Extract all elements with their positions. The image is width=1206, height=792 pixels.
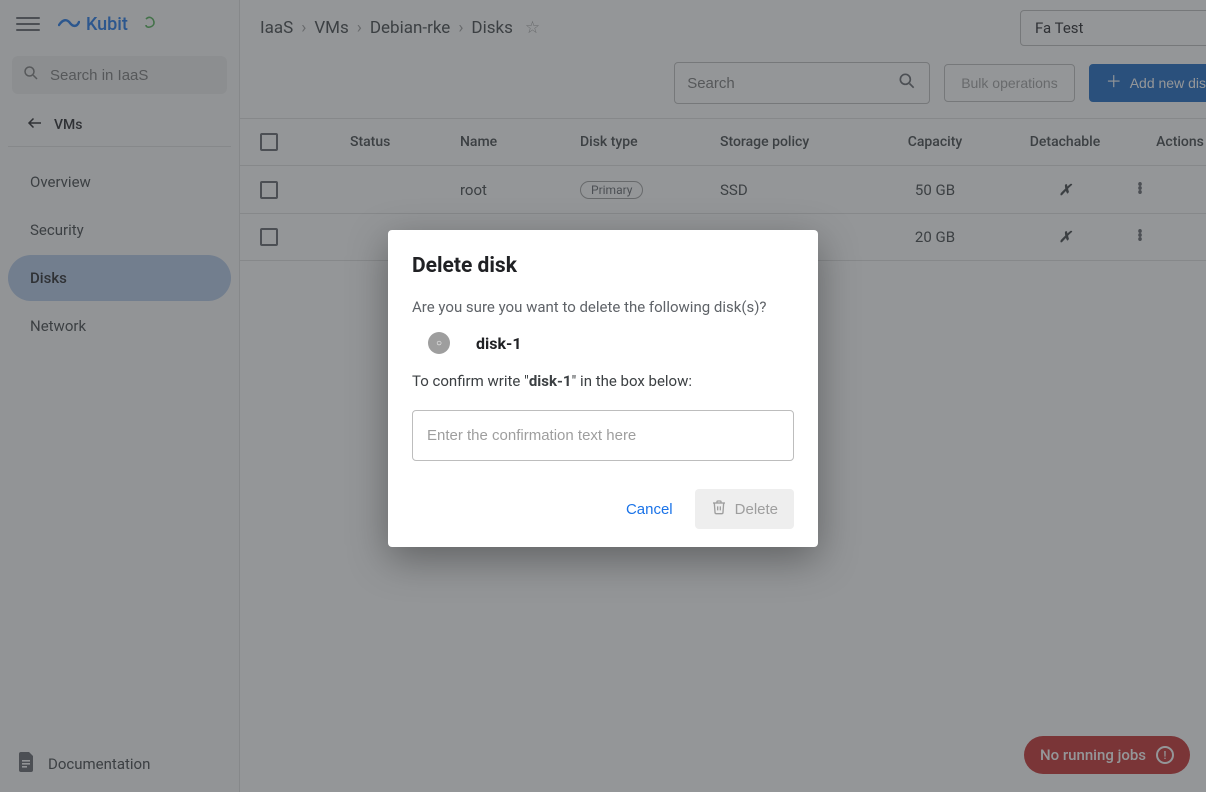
confirmation-input[interactable] <box>412 410 794 461</box>
modal-overlay[interactable]: Delete disk Are you sure you want to del… <box>0 0 1206 792</box>
delete-button-label: Delete <box>735 501 778 518</box>
delete-button[interactable]: Delete <box>695 489 794 529</box>
modal-confirm-line: To confirm write "disk-1" in the box bel… <box>412 372 794 390</box>
modal-prompt: Are you sure you want to delete the foll… <box>412 298 794 316</box>
disk-icon: ○ <box>428 332 450 354</box>
modal-title: Delete disk <box>412 254 794 278</box>
modal-disk-row: ○ disk-1 <box>428 332 794 354</box>
cancel-button[interactable]: Cancel <box>614 493 685 526</box>
modal-actions: Cancel Delete <box>412 489 794 529</box>
delete-disk-modal: Delete disk Are you sure you want to del… <box>388 230 818 547</box>
modal-disk-name: disk-1 <box>476 334 522 353</box>
trash-icon <box>711 499 727 519</box>
